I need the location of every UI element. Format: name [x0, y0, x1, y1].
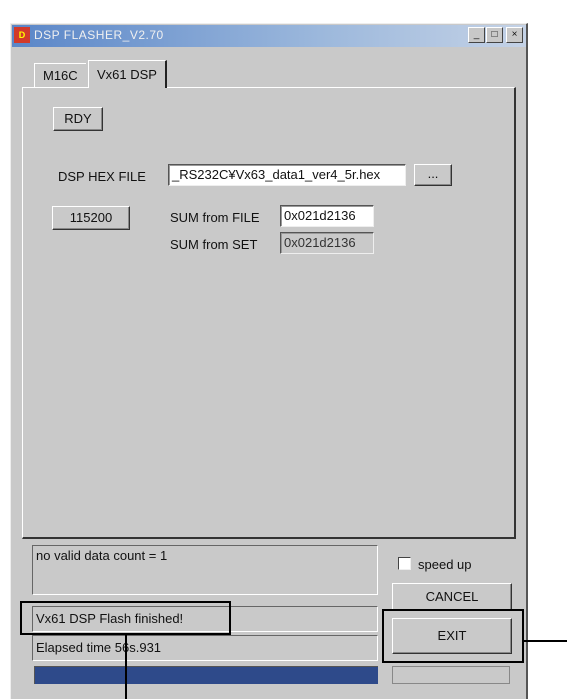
- browse-button[interactable]: ...: [414, 164, 452, 186]
- callout-line-status: [125, 635, 127, 699]
- sum-from-set-field: 0x021d2136: [280, 232, 374, 254]
- cancel-button[interactable]: CANCEL: [392, 583, 512, 611]
- dsp-hex-file-label: DSP HEX FILE: [58, 169, 146, 184]
- dsp-hex-file-field[interactable]: _RS232C¥Vx63_data1_ver4_5r.hex: [168, 164, 406, 186]
- minimize-button[interactable]: _: [468, 27, 485, 43]
- speed-up-checkbox[interactable]: [398, 557, 411, 570]
- window-title: DSP FLASHER_V2.70: [34, 28, 164, 42]
- callout-line-exit: [524, 640, 567, 642]
- baud-rate-button[interactable]: 115200: [52, 206, 130, 230]
- progress-bar: [34, 666, 378, 684]
- sum-from-set-label: SUM from SET: [170, 237, 258, 252]
- maximize-button[interactable]: □: [486, 27, 503, 43]
- sum-from-file-label: SUM from FILE: [170, 210, 260, 225]
- highlight-exit-button: [382, 609, 524, 663]
- secondary-status-box: [392, 666, 510, 684]
- tab-m16c[interactable]: M16C: [34, 63, 86, 87]
- speed-up-label: speed up: [418, 557, 472, 572]
- tab-panel: [22, 87, 516, 539]
- log-text-area[interactable]: no valid data count = 1: [32, 545, 378, 595]
- app-icon[interactable]: D: [14, 27, 30, 43]
- close-button[interactable]: ×: [506, 27, 523, 43]
- tab-vx61-dsp[interactable]: Vx61 DSP: [88, 60, 167, 88]
- sum-from-file-field: 0x021d2136: [280, 205, 374, 227]
- rdy-button[interactable]: RDY: [53, 107, 103, 131]
- elapsed-time: Elapsed time 56s.931: [32, 635, 378, 661]
- highlight-status-message: [20, 601, 231, 635]
